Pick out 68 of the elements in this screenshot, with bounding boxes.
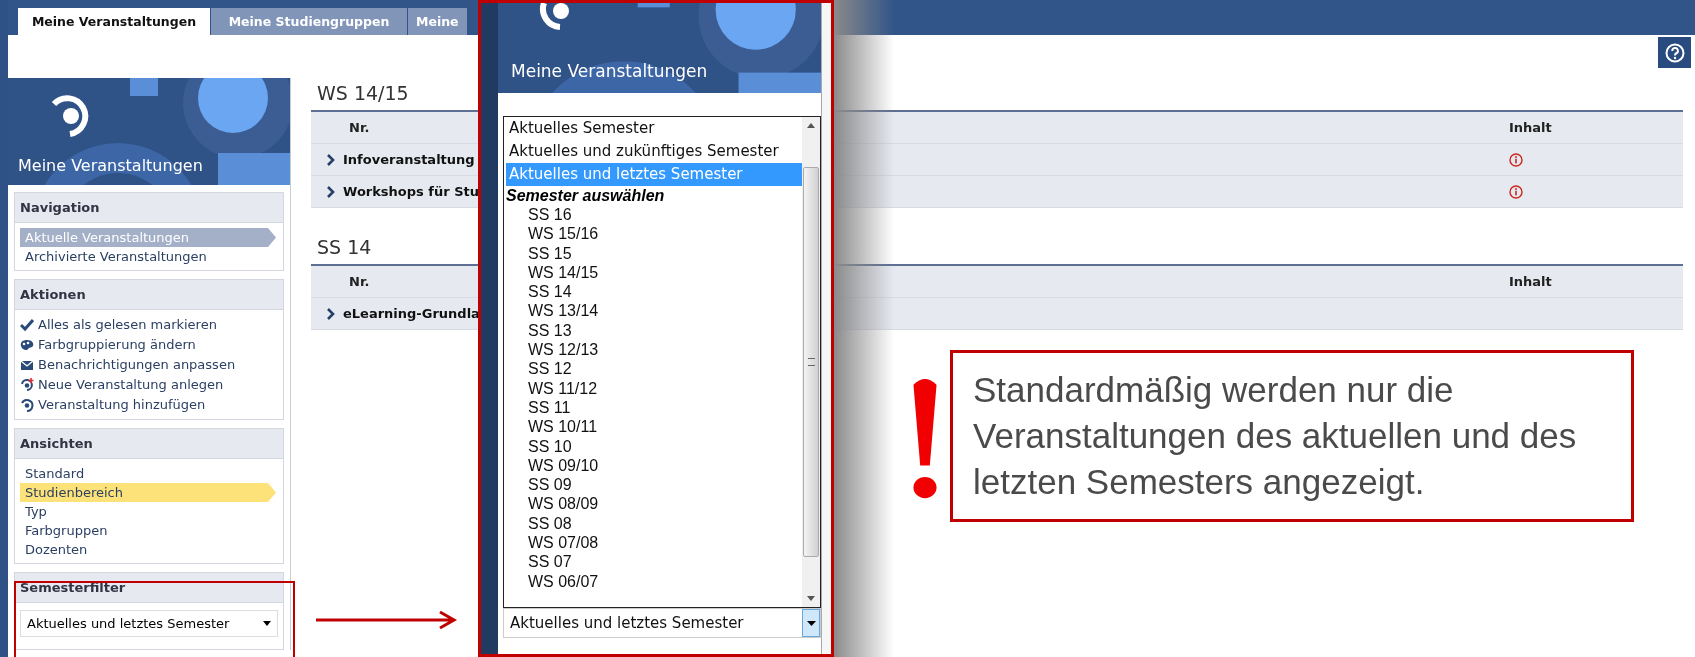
info-icon[interactable] — [1509, 152, 1523, 167]
panel-title: Navigation — [15, 193, 283, 223]
checkmark-icon — [20, 318, 34, 332]
chevron-icon[interactable] — [327, 185, 335, 198]
semester-select[interactable]: Aktuelles und letztes Semester — [20, 610, 278, 637]
info-icon[interactable] — [1509, 184, 1523, 199]
tab[interactable]: Meine Veranstaltungen — [18, 8, 210, 35]
sidebar-title: Meine Veranstaltungen — [511, 61, 708, 81]
action-link[interactable]: Neue Veranstaltung anlegen — [38, 375, 224, 395]
dropdown-option[interactable]: SS 08 — [506, 513, 802, 534]
dropdown-option[interactable]: SS 15 — [506, 243, 802, 263]
dropdown-option[interactable]: WS 06/07 — [506, 571, 802, 591]
dropdown-option[interactable]: WS 09/10 — [506, 455, 802, 476]
dropdown-option[interactable]: SS 07 — [506, 552, 802, 572]
panel-title: Ansichten — [15, 429, 283, 459]
caret-icon — [806, 620, 816, 626]
dropdown-option[interactable]: WS 15/16 — [506, 224, 802, 244]
scroll-down-icon[interactable] — [807, 596, 815, 601]
dropdown-option[interactable]: WS 11/12 — [506, 378, 802, 398]
column-header: Nr. — [349, 120, 370, 135]
dropdown-option[interactable]: WS 14/15 — [506, 262, 802, 283]
action-link[interactable]: Alles als gelesen markieren — [38, 315, 217, 335]
dropdown-option[interactable]: SS 11 — [506, 397, 802, 418]
semester-heading: SS 14 — [317, 236, 372, 258]
mail-icon — [20, 358, 34, 372]
chevron-icon[interactable] — [327, 153, 335, 166]
dropdown-option[interactable]: Aktuelles Semester — [506, 117, 802, 140]
caret-icon — [263, 621, 271, 626]
course-title[interactable]: Workshops für Stu — [343, 184, 480, 199]
column-header: Inhalt — [1509, 120, 1552, 135]
course-title[interactable]: Infoveranstaltung — [343, 152, 475, 167]
panel-title: Semesterfilter — [15, 573, 283, 603]
dropdown-option[interactable]: SS 16 — [506, 205, 802, 225]
help-button[interactable] — [1658, 37, 1691, 68]
dropdown-option[interactable]: WS 13/14 — [506, 301, 802, 321]
dropdown-option[interactable]: SS 14 — [506, 282, 802, 302]
dropdown-option[interactable]: WS 07/08 — [506, 533, 802, 553]
action-link[interactable]: Farbgruppierung ändern — [38, 335, 196, 355]
sidebar-item[interactable]: Archivierte Veranstaltungen — [20, 247, 276, 266]
dropdown-option[interactable]: SS 09 — [506, 475, 802, 495]
sidebar-item[interactable]: Dozenten — [20, 540, 276, 559]
dropdown-option[interactable]: SS 12 — [506, 359, 802, 379]
semester-select[interactable]: Aktuelles und letztes Semester — [503, 608, 821, 638]
sidebar-item[interactable]: Standard — [20, 464, 276, 483]
course-icon — [20, 398, 34, 412]
add-course-icon — [20, 378, 34, 392]
sidebar-item[interactable]: Typ — [20, 502, 276, 521]
option-group-label: Semester auswählen — [506, 186, 666, 205]
column-header: Inhalt — [1509, 274, 1552, 289]
column-header: Nr. — [349, 274, 370, 289]
semester-heading: WS 14/15 — [317, 82, 409, 104]
dropdown-option[interactable]: Aktuelles und zukünftiges Semester — [506, 140, 802, 163]
action-link[interactable]: Benachrichtigungen anpassen — [38, 355, 236, 375]
dropdown-option[interactable]: WS 12/13 — [506, 340, 802, 360]
course-title[interactable]: eLearning-Grundla — [343, 306, 480, 321]
scroll-up-icon[interactable] — [807, 123, 815, 128]
dropdown-option[interactable]: SS 10 — [506, 436, 802, 456]
chevron-icon[interactable] — [327, 307, 335, 320]
dropdown-option[interactable]: SS 13 — [506, 320, 802, 341]
sidebar-item[interactable]: Farbgruppen — [20, 521, 276, 540]
scrollbar[interactable] — [802, 117, 820, 607]
action-link[interactable]: Veranstaltung hinzufügen — [38, 395, 206, 415]
sidebar-title: Meine Veranstaltungen — [18, 156, 203, 175]
note-text: Standardmäßig werden nur die Veranstaltungen des aktuellen und des letzten Semesters angezeigt. — [950, 350, 1634, 522]
dropdown-option[interactable]: WS 10/11 — [506, 417, 802, 437]
dropdown-option[interactable]: WS 08/09 — [506, 494, 802, 514]
panel-title: Aktionen — [15, 280, 283, 310]
palette-icon — [20, 338, 34, 352]
